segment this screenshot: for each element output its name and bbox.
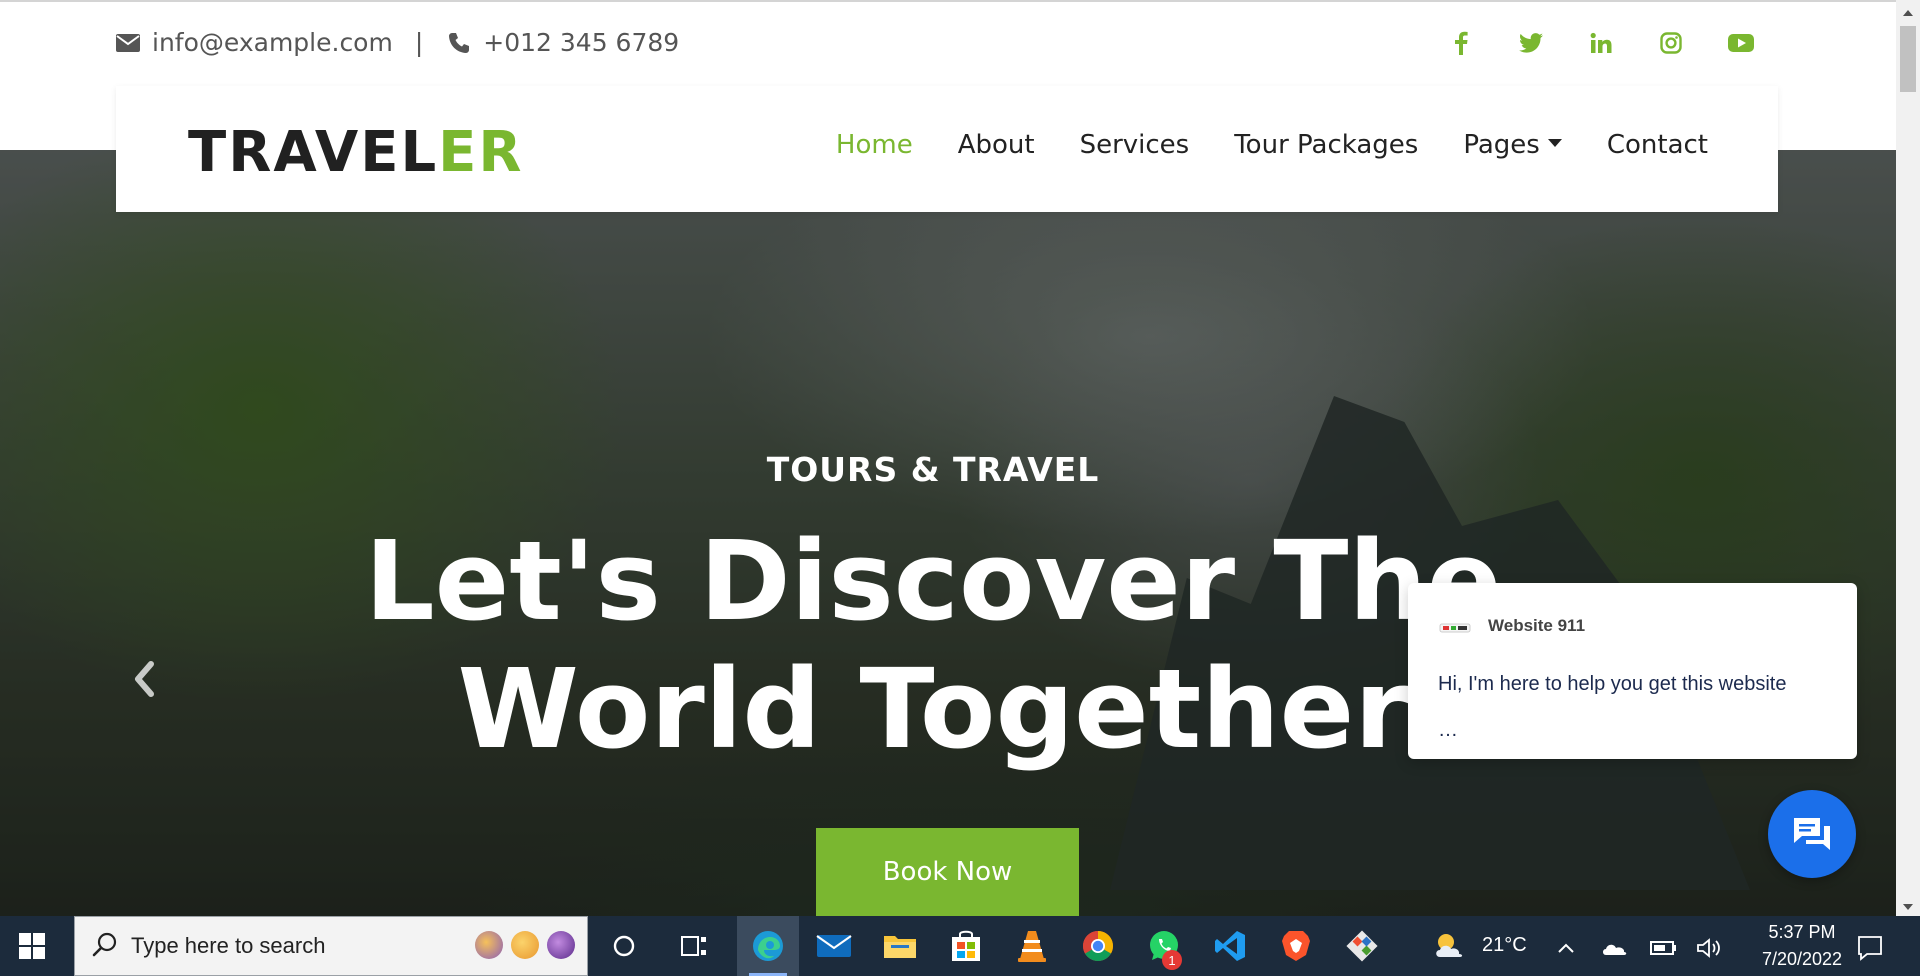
task-view-icon[interactable] [676,928,712,964]
linkedin-icon[interactable] [1588,30,1614,56]
chat-message-ellipsis: … [1438,719,1458,741]
chrome-icon[interactable] [1080,928,1116,964]
youtube-icon[interactable] [1728,30,1754,56]
nav-contact[interactable]: Contact [1607,130,1708,160]
chat-agent-name: Website 911 [1488,616,1586,635]
volume-icon[interactable] [1692,930,1728,966]
git-icon[interactable] [1344,928,1380,964]
search-icon [91,931,119,963]
windows-taskbar: Type here to search 1 21°C 5:37 PM 7/20/… [0,916,1920,976]
brave-icon[interactable] [1278,928,1314,964]
taskbar-search-box[interactable]: Type here to search [74,916,588,976]
hero-kicker: TOURS & TRAVEL [766,450,1100,489]
email-link[interactable]: info@example.com [152,28,393,57]
notification-center-icon[interactable] [1852,930,1888,966]
contact-info: info@example.com | +012 345 6789 [114,28,679,57]
moon-phase-icon [475,931,503,959]
nav-pages-label: Pages [1463,130,1540,160]
vscode-icon[interactable] [1212,928,1248,964]
onedrive-cloud-icon[interactable] [1596,930,1632,966]
chat-message-text: Hi, I'm here to help you get this websit… [1438,673,1787,695]
main-navbar: TRAVELER Home About Services Tour Packag… [116,86,1778,212]
moon-phase-icon [511,931,539,959]
clock-time[interactable]: 5:37 PM [1752,922,1852,943]
whatsapp-notification-badge: 1 [1162,950,1182,970]
chat-launcher-button[interactable] [1768,790,1856,878]
weather-cloud-sun-icon[interactable] [1432,928,1468,964]
carousel-prev-button[interactable] [128,655,160,703]
cortana-icon[interactable] [606,928,642,964]
logo-text: TRAVEL [188,120,439,185]
phone-icon [445,29,473,57]
nav-tour-packages[interactable]: Tour Packages [1234,130,1418,160]
chat-bubbles-icon [1794,818,1830,850]
mail-icon[interactable] [816,928,852,964]
nav-services[interactable]: Services [1080,130,1190,160]
vlc-icon[interactable] [1014,928,1050,964]
scroll-down-arrow-icon[interactable] [1896,898,1920,916]
chat-avatar-logo [1438,618,1472,638]
caret-down-icon [1547,138,1562,147]
search-placeholder: Type here to search [131,933,326,958]
store-icon[interactable] [948,928,984,964]
contact-separator: | [414,28,424,57]
nav-home[interactable]: Home [836,130,913,160]
clock-date[interactable]: 7/20/2022 [1742,949,1862,970]
page-scrollbar[interactable] [1896,0,1920,916]
instagram-icon[interactable] [1658,30,1684,56]
nav-pages-dropdown[interactable]: Pages [1463,130,1562,160]
phone-number[interactable]: +012 345 6789 [483,28,679,57]
search-highlight-icons [475,931,575,959]
chat-message: Hi, I'm here to help you get this websit… [1438,661,1833,753]
logo-accent-text: ER [438,120,524,185]
scroll-thumb[interactable] [1900,26,1916,92]
site-logo[interactable]: TRAVELER [188,120,524,185]
nav-about[interactable]: About [958,130,1035,160]
hero-carousel: TOURS & TRAVEL Let's Discover The World … [0,150,1896,916]
nav-menu: Home About Services Tour Packages Pages … [836,130,1708,160]
social-links [1448,30,1754,56]
edge-icon[interactable] [750,928,786,964]
facebook-icon[interactable] [1448,30,1474,56]
weather-temperature[interactable]: 21°C [1482,934,1527,957]
file-explorer-icon[interactable] [882,928,918,964]
envelope-icon [114,29,142,57]
book-now-button[interactable]: Book Now [816,828,1079,916]
windows-start-icon[interactable] [18,932,46,960]
chevron-up-icon[interactable] [1548,930,1584,966]
chat-popup[interactable]: Website 911 Hi, I'm here to help you get… [1408,583,1857,759]
scroll-up-arrow-icon[interactable] [1896,4,1920,22]
moon-phase-icon [547,931,575,959]
twitter-icon[interactable] [1518,30,1544,56]
battery-icon[interactable] [1646,930,1682,966]
